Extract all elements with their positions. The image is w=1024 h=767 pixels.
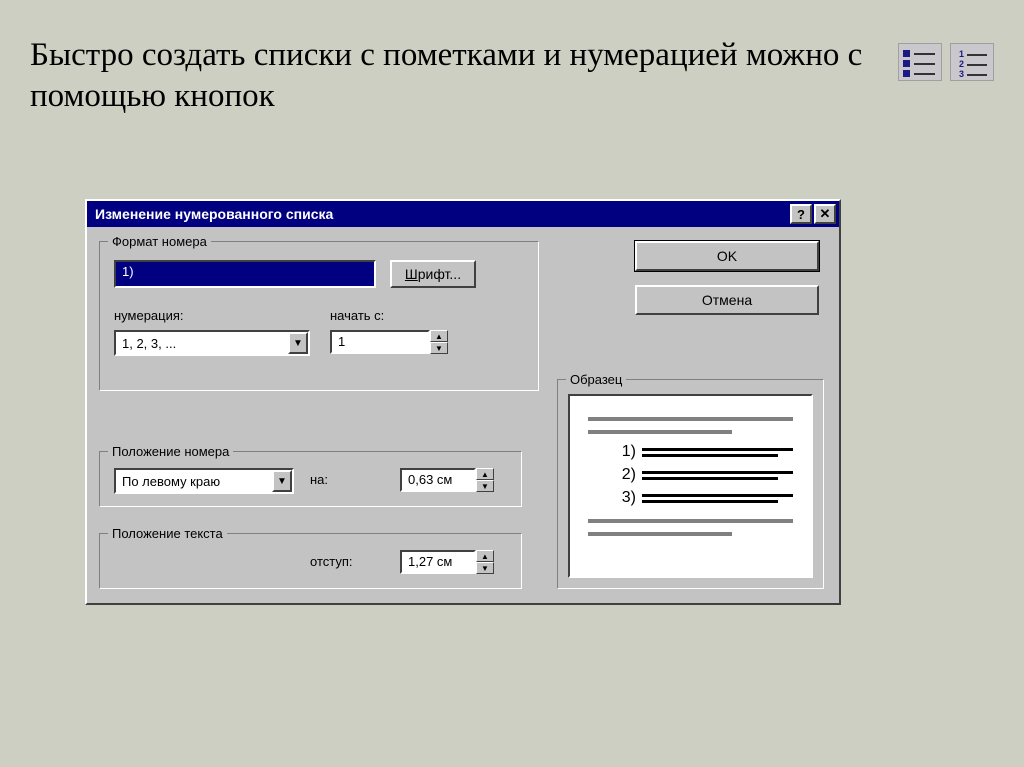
dialog-title: Изменение нумерованного списка: [95, 206, 788, 222]
number-position-label: Положение номера: [108, 444, 233, 459]
at-label: на:: [310, 472, 328, 487]
cancel-button[interactable]: Отмена: [635, 285, 819, 315]
text-position-group: Положение текста отступ: 1,27 см ▲ ▼: [99, 533, 522, 589]
ok-button[interactable]: OK: [635, 241, 819, 271]
chevron-down-icon: ▼: [288, 332, 308, 354]
spin-down-icon[interactable]: ▼: [476, 480, 494, 492]
spin-down-icon[interactable]: ▼: [476, 562, 494, 574]
sample-label: Образец: [566, 372, 626, 387]
spin-down-icon[interactable]: ▼: [430, 342, 448, 354]
spin-up-icon[interactable]: ▲: [476, 550, 494, 562]
number-format-group: Формат номера 1) Шрифт... нумерация: 1, …: [99, 241, 539, 391]
numbered-list-icon[interactable]: 1 2 3: [950, 43, 994, 81]
start-at-spinner[interactable]: 1 ▲ ▼: [330, 330, 450, 354]
close-button[interactable]: ✕: [814, 204, 836, 224]
numbered-list-dialog: Изменение нумерованного списка ? ✕ Форма…: [85, 199, 841, 605]
indent-spinner[interactable]: 1,27 см ▲ ▼: [400, 550, 496, 574]
spin-up-icon[interactable]: ▲: [476, 468, 494, 480]
slide-header-text: Быстро создать списки с пометками и нуме…: [30, 35, 878, 118]
number-position-group: Положение номера По левому краю ▼ на: 0,…: [99, 451, 522, 507]
help-button[interactable]: ?: [790, 204, 812, 224]
font-button[interactable]: Шрифт...: [390, 260, 476, 288]
spin-up-icon[interactable]: ▲: [430, 330, 448, 342]
sample-preview: 1) 2) 3): [568, 394, 813, 578]
numbering-dropdown[interactable]: 1, 2, 3, ... ▼: [114, 330, 310, 356]
dialog-titlebar: Изменение нумерованного списка ? ✕: [87, 201, 839, 227]
alignment-dropdown[interactable]: По левому краю ▼: [114, 468, 294, 494]
chevron-down-icon: ▼: [272, 470, 292, 492]
sample-group: Образец 1) 2) 3): [557, 379, 824, 589]
at-spinner[interactable]: 0,63 см ▲ ▼: [400, 468, 496, 492]
indent-label: отступ:: [310, 554, 353, 569]
numbering-label: нумерация:: [114, 308, 184, 323]
bullet-list-icon[interactable]: [898, 43, 942, 81]
number-format-input[interactable]: 1): [114, 260, 376, 288]
text-position-label: Положение текста: [108, 526, 227, 541]
number-format-label: Формат номера: [108, 234, 211, 249]
start-at-label: начать с:: [330, 308, 384, 323]
